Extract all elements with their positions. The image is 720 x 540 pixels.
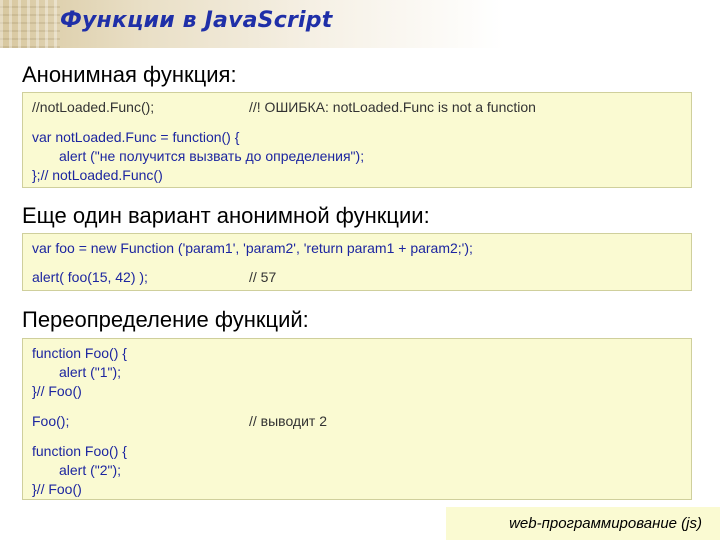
footer-text: web-программирование (js) (509, 515, 702, 532)
slide-title: Функции в JavaScript (60, 8, 333, 33)
code-line: function Foo() { (32, 443, 127, 459)
code-line: function Foo() { (32, 345, 127, 361)
section-heading-redefinition: Переопределение функций: (22, 307, 309, 332)
code-line: }// Foo() (32, 383, 82, 399)
code-comment: // выводит 2 (249, 413, 328, 429)
code-line: //notLoaded.Func(); (32, 99, 155, 115)
code-line: alert( foo(15, 42) ); (32, 269, 148, 285)
code-line: alert ("2"); (59, 462, 122, 478)
header-decoration (0, 0, 60, 48)
code-line: };// notLoaded.Func() (32, 167, 163, 183)
code-comment: // 57 (249, 269, 277, 285)
code-box-redefinition: function Foo() { alert ("1"); }// Foo() … (22, 338, 692, 500)
code-box-anonymous: //notLoaded.Func(); //! ОШИБКА: notLoade… (22, 92, 692, 188)
code-line: alert ("1"); (59, 364, 122, 380)
code-line: alert ("не получится вызвать до определе… (59, 148, 365, 164)
slide-footer: web-программирование (js) (446, 507, 720, 540)
code-line: var foo = new Function ('param1', 'param… (32, 240, 473, 256)
section-heading-anonymous: Анонимная функция: (22, 62, 237, 87)
slide-header: Функции в JavaScript (0, 0, 720, 48)
code-comment: //! ОШИБКА: notLoaded.Func is not a func… (249, 99, 536, 115)
code-line: Foo(); (32, 413, 70, 429)
code-box-function-constructor: var foo = new Function ('param1', 'param… (22, 233, 692, 291)
section-heading-function-constructor: Еще один вариант анонимной функции: (22, 203, 430, 228)
code-line: var notLoaded.Func = function() { (32, 129, 240, 145)
code-line: }// Foo() (32, 481, 82, 497)
